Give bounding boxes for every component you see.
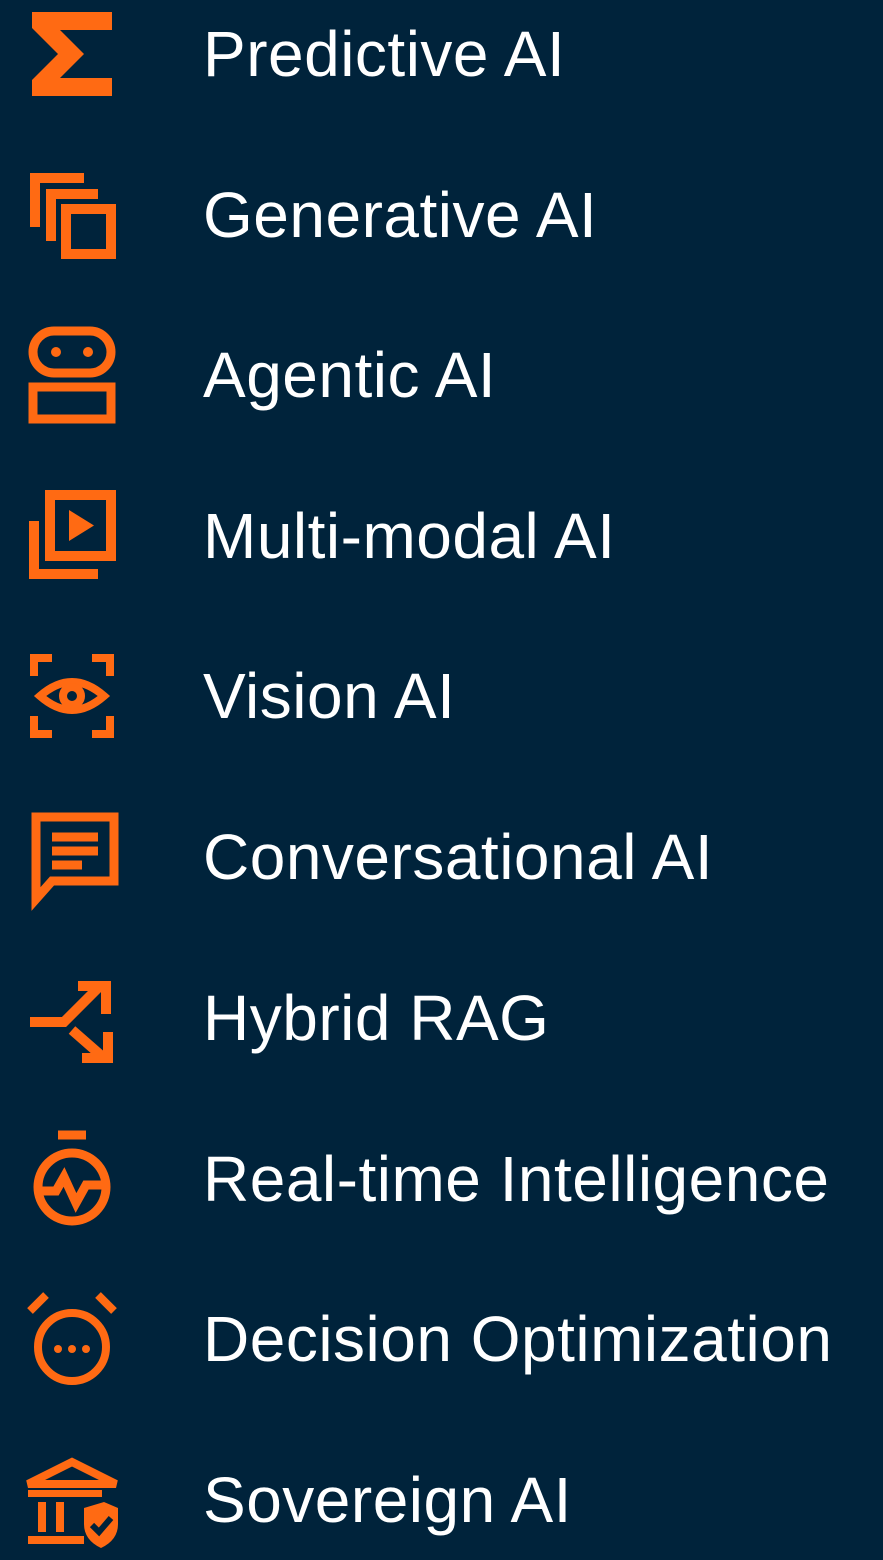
stopwatch-pulse-icon [22,1129,122,1229]
list-item-predictive-ai: Predictive AI [0,0,883,114]
list-item-hybrid-rag: Hybrid RAG [0,958,883,1078]
robot-icon [22,325,122,425]
list-item-multi-modal-ai: Multi-modal AI [0,476,883,596]
list-item-sovereign-ai: Sovereign AI [0,1440,883,1560]
list-item-generative-ai: Generative AI [0,155,883,275]
video-library-icon [22,486,122,586]
copy-layers-icon [22,165,122,265]
item-label: Agentic AI [203,339,497,411]
list-item-vision-ai: Vision AI [0,636,883,756]
merge-arrows-icon [22,968,122,1068]
alarm-clock-icon [22,1289,122,1389]
item-label: Decision Optimization [203,1303,833,1375]
list-item-real-time-intelligence: Real-time Intelligence [0,1119,883,1239]
chat-bubble-icon [22,807,122,911]
list-item-decision-optimization: Decision Optimization [0,1279,883,1399]
eye-scan-icon [22,646,122,746]
item-label: Predictive AI [203,18,566,90]
list-item-agentic-ai: Agentic AI [0,315,883,435]
item-label: Hybrid RAG [203,982,550,1054]
bank-shield-icon [22,1450,122,1550]
item-label: Conversational AI [203,821,714,893]
capability-list: Predictive AI Generative AI Agentic AI M… [0,0,883,1548]
item-label: Generative AI [203,179,598,251]
item-label: Multi-modal AI [203,500,616,572]
item-label: Real-time Intelligence [203,1143,830,1215]
sigma-icon [22,4,122,104]
item-label: Vision AI [203,660,456,732]
list-item-conversational-ai: Conversational AI [0,797,883,917]
item-label: Sovereign AI [203,1464,572,1536]
